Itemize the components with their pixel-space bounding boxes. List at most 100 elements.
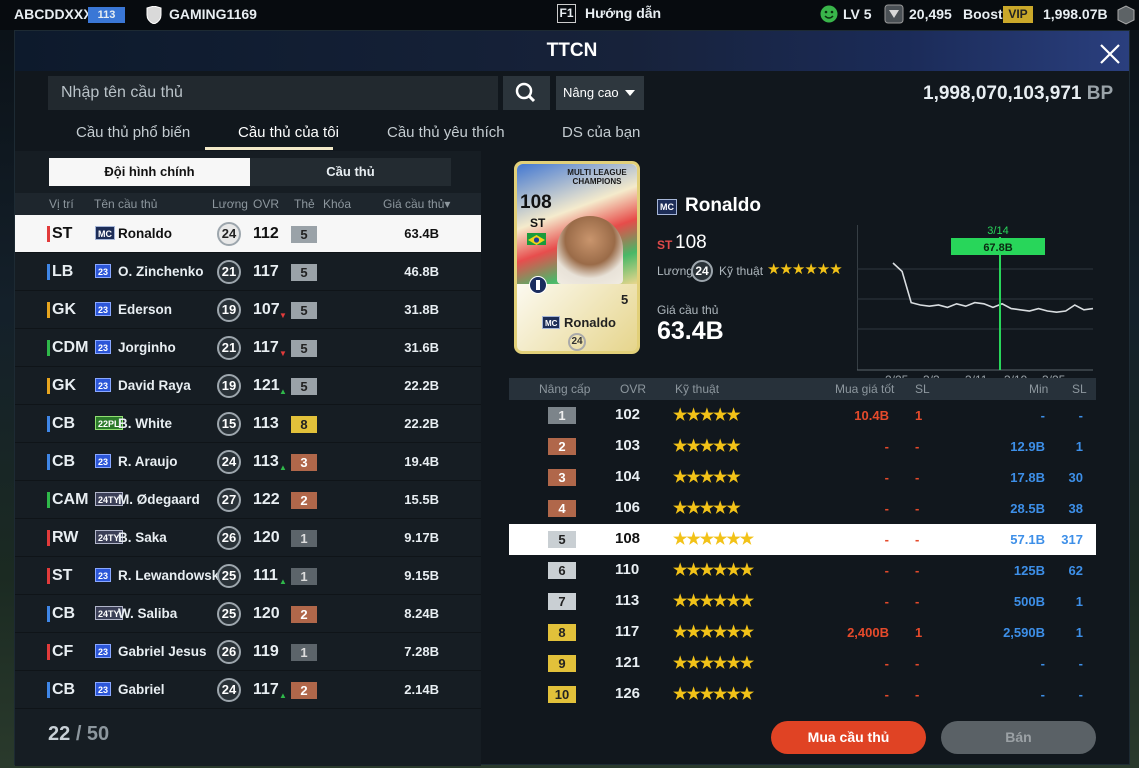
card-level-badge: 1 (291, 530, 317, 547)
player-position: ST (52, 225, 73, 242)
min-count: - (1078, 408, 1083, 423)
player-position: ST (657, 238, 673, 252)
player-ovr: 117 (253, 339, 279, 356)
player-position: CB (52, 453, 76, 470)
wage-label: Lương (657, 264, 693, 278)
table-row[interactable]: CDM 23 Jorginho 21 117 ▼ 5 31.6B (15, 329, 481, 367)
upgrade-ovr: 106 (615, 499, 641, 516)
season-tag: 23 (95, 340, 112, 354)
player-price: 22.2B (404, 416, 439, 431)
search-button[interactable] (503, 76, 550, 110)
min-count: 30 (1068, 470, 1083, 485)
upgrade-row[interactable]: 1 102 ★★★★★ 10.4B 1 - - (509, 400, 1096, 431)
tab-favorites[interactable]: Cầu thủ yêu thích (387, 124, 505, 141)
player-price: 9.15B (404, 568, 439, 583)
bp-balance-value: 1,998,070,103,971 (923, 83, 1082, 104)
card-level-badge: 5 (291, 378, 317, 395)
col-lock: Khóa (323, 197, 352, 211)
player-price: 46.8B (404, 264, 439, 279)
skill-label: Kỹ thuật (719, 264, 764, 278)
card-season-label: MULTI LEAGUE CHAMPIONS (567, 168, 627, 186)
help-link[interactable]: Hướng dẫn (585, 5, 661, 21)
player-position: LB (52, 263, 74, 280)
table-row[interactable]: CB 22PL B. White 15 113 8 22.2B (15, 405, 481, 443)
close-icon[interactable] (1099, 40, 1121, 64)
player-ovr: 107 (253, 301, 280, 318)
upgrade-row[interactable]: 9 121 ★★★★★★ - - - - (509, 648, 1096, 679)
segment-lineup[interactable]: Đội hình chính (49, 158, 250, 186)
upgrade-ovr: 110 (615, 561, 640, 578)
player-ovr: 113 (253, 415, 279, 432)
upgrade-row[interactable]: 7 113 ★★★★★★ - - 500B 1 (509, 586, 1096, 617)
position-color-bar (47, 568, 50, 584)
col-sl1: SL (915, 382, 930, 396)
upgrade-ovr: 103 (615, 437, 641, 454)
tab-my-list[interactable]: DS của bạn (562, 124, 640, 141)
table-row[interactable]: ST MC Ronaldo 24 112 5 63.4B (15, 215, 481, 253)
player-wage: 27 (217, 488, 241, 512)
upgrade-row[interactable]: 5 108 ★★★★★★ - - 57.1B 317 (509, 524, 1096, 555)
col-upgrade: Nâng cấp (539, 382, 591, 396)
col-price-sort[interactable]: Giá cầu thủ▾ (383, 197, 450, 211)
skill-stars: ★★★★★ (673, 500, 741, 517)
upgrade-row[interactable]: 2 103 ★★★★★ - - 12.9B 1 (509, 431, 1096, 462)
table-row[interactable]: RW 24TY B. Saka 26 120 1 9.17B (15, 519, 481, 557)
bp-balance: 1,998,070,103,971 BP (923, 83, 1113, 105)
best-buy-price: - (884, 470, 889, 485)
player-wage: 15 (217, 412, 241, 436)
table-row[interactable]: ST 23 R. Lewandowski 25 111 ▲ 1 9.15B (15, 557, 481, 595)
bp-balance-unit: BP (1086, 83, 1114, 104)
upgrade-ovr: 117 (615, 623, 640, 640)
club-crest-icon (146, 5, 162, 25)
player-ovr: 119 (253, 643, 279, 660)
season-tag: 23 (95, 302, 112, 316)
advanced-filter-dropdown[interactable]: Nâng cao (556, 76, 644, 110)
player-wage: 24 (691, 260, 713, 282)
club-name[interactable]: GAMING1169 (169, 6, 257, 22)
player-count: 22 / 50 (48, 723, 109, 746)
best-buy-count: 1 (915, 625, 923, 640)
upgrade-row[interactable]: 4 106 ★★★★★ - - 28.5B 38 (509, 493, 1096, 524)
tab-my-players[interactable]: Cầu thủ của tôi (238, 124, 339, 141)
table-row[interactable]: CF 23 Gabriel Jesus 26 119 1 7.28B (15, 633, 481, 671)
upgrade-row[interactable]: 10 126 ★★★★★★ - - - - (509, 679, 1096, 710)
skill-stars: ★★★★★★ (673, 686, 754, 703)
upgrade-row[interactable]: 8 117 ★★★★★★ 2,400B 1 2,590B 1 (509, 617, 1096, 648)
upgrade-row[interactable]: 3 104 ★★★★★ - - 17.8B 30 (509, 462, 1096, 493)
best-buy-count: - (915, 656, 920, 671)
player-ovr: 112 (253, 225, 279, 242)
season-tag: MC (95, 226, 115, 240)
transfer-market-modal: TTCN Nhập tên cầu thủ Nâng cao 1,998,070… (14, 30, 1130, 766)
upgrade-level-badge: 6 (548, 562, 576, 579)
player-count-current: 22 (48, 723, 71, 745)
ovr-trend-icon: ▲ (279, 463, 287, 472)
min-price: 57.1B (1010, 532, 1045, 547)
table-row[interactable]: CB 23 Gabriel 24 117 ▲ 2 2.14B (15, 671, 481, 709)
player-count-max: / 50 (75, 723, 110, 745)
position-color-bar (47, 644, 50, 660)
position-color-bar (47, 454, 50, 470)
table-row[interactable]: CB 23 R. Araujo 24 113 ▲ 3 19.4B (15, 443, 481, 481)
player-card[interactable]: MULTI LEAGUE CHAMPIONS 108 ST 5 MC Ronal… (514, 161, 640, 354)
price-label: Giá cầu thủ (657, 303, 719, 317)
upgrade-level-badge: 1 (548, 407, 576, 424)
player-wage: 25 (217, 602, 241, 626)
buy-player-button[interactable]: Mua cầu thủ (771, 721, 926, 754)
player-ovr: 122 (253, 491, 280, 508)
player-name: W. Saliba (118, 606, 178, 621)
table-row[interactable]: LB 23 O. Zinchenko 21 117 5 46.8B (15, 253, 481, 291)
player-search-input[interactable]: Nhập tên cầu thủ (48, 76, 498, 110)
upgrade-level-badge: 4 (548, 500, 576, 517)
table-row[interactable]: CB 24TY W. Saliba 25 120 2 8.24B (15, 595, 481, 633)
sell-player-button[interactable]: Bán (941, 721, 1096, 754)
col-card: Thẻ (294, 197, 315, 211)
tab-popular[interactable]: Cầu thủ phổ biến (76, 124, 190, 141)
segment-players[interactable]: Cầu thủ (250, 158, 451, 186)
table-row[interactable]: GK 23 David Raya 19 121 ▲ 5 22.2B (15, 367, 481, 405)
table-row[interactable]: CAM 24TY M. Ødegaard 27 122 2 15.5B (15, 481, 481, 519)
table-row[interactable]: GK 23 Ederson 19 107 ▼ 5 31.8B (15, 291, 481, 329)
modal-header: TTCN (15, 31, 1129, 71)
upgrade-row[interactable]: 6 110 ★★★★★★ - - 125B 62 (509, 555, 1096, 586)
player-position: ST (52, 567, 73, 584)
col-position: Vị trí (49, 197, 74, 211)
